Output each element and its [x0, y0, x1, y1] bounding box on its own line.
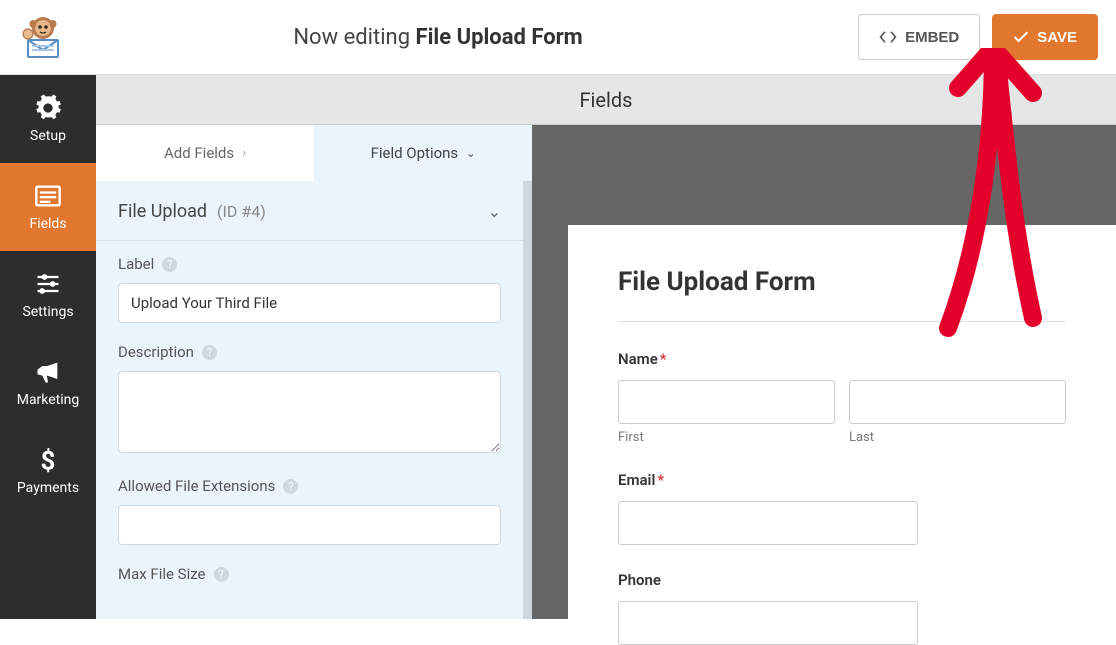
section-title: File Upload [118, 201, 207, 222]
help-icon[interactable]: ? [202, 345, 217, 360]
field-label-text: Label [118, 255, 154, 273]
form-canvas: File Upload Form Name* First [532, 125, 1116, 619]
builder-header: Now editing File Upload Form EMBED SAVE [0, 0, 1116, 75]
chevron-down-icon: ⌄ [466, 147, 475, 160]
panel-tabs: Add Fields › Field Options ⌄ [96, 125, 532, 181]
app-logo [18, 12, 78, 62]
sidebar-item-settings[interactable]: Settings [0, 251, 96, 339]
svg-text:$: $ [41, 446, 56, 474]
preview-email-label: Email* [618, 471, 1066, 489]
sidebar-item-label: Payments [17, 480, 79, 496]
bullhorn-icon [34, 358, 62, 386]
sidebar-item-label: Settings [22, 304, 73, 320]
preview-phone-label: Phone [618, 571, 1066, 589]
sidebar-item-setup[interactable]: Setup [0, 75, 96, 163]
phone-input[interactable] [618, 601, 918, 645]
embed-button[interactable]: EMBED [858, 14, 980, 60]
first-sublabel: First [618, 430, 835, 445]
last-name-input[interactable] [849, 380, 1066, 424]
panel-header: Fields [96, 75, 1116, 125]
field-group-description: Description ? [96, 329, 523, 463]
sidebar-item-label: Fields [29, 216, 66, 232]
header-actions: EMBED SAVE [858, 14, 1098, 60]
email-input[interactable] [618, 501, 918, 545]
gear-icon [34, 94, 62, 122]
sidebar-item-marketing[interactable]: Marketing [0, 339, 96, 427]
sidebar-item-fields[interactable]: Fields [0, 163, 96, 251]
field-group-label: Label ? [96, 241, 523, 329]
chevron-right-icon: › [242, 146, 246, 161]
label-input[interactable] [118, 283, 501, 323]
sliders-icon [34, 270, 62, 298]
page-title: Now editing File Upload Form [78, 25, 858, 50]
sidebar-item-label: Marketing [17, 392, 80, 408]
save-button[interactable]: SAVE [992, 14, 1098, 60]
preview-email-field[interactable]: Email* [618, 471, 1066, 545]
form-title: File Upload Form [618, 267, 1066, 297]
preview-name-field[interactable]: Name* First Last [618, 350, 1066, 445]
dollar-icon: $ [34, 446, 62, 474]
help-icon[interactable]: ? [162, 257, 177, 272]
help-icon[interactable]: ? [283, 479, 298, 494]
field-label-text: Description [118, 343, 194, 361]
description-input[interactable] [118, 371, 501, 453]
preview-name-label: Name* [618, 350, 1066, 368]
list-icon [34, 182, 62, 210]
required-indicator: * [657, 471, 664, 489]
form-preview: File Upload Form Name* First [568, 225, 1116, 619]
tab-field-options[interactable]: Field Options ⌄ [314, 125, 532, 181]
check-icon [1013, 30, 1029, 44]
help-icon[interactable]: ? [214, 567, 229, 582]
field-label-text: Allowed File Extensions [118, 477, 275, 495]
sidebar-item-label: Setup [30, 128, 66, 144]
preview-phone-field[interactable]: Phone [618, 571, 1066, 645]
field-section-toggle[interactable]: File Upload (ID #4) ⌄ [96, 181, 523, 241]
code-icon [879, 30, 897, 44]
wpforms-logo-icon [18, 12, 68, 62]
required-indicator: * [660, 350, 667, 368]
tab-add-fields[interactable]: Add Fields › [96, 125, 314, 181]
first-name-input[interactable] [618, 380, 835, 424]
field-group-extensions: Allowed File Extensions ? [96, 463, 523, 551]
field-label-text: Max File Size [118, 565, 206, 583]
field-group-maxsize: Max File Size ? [96, 551, 523, 599]
field-options-panel: Add Fields › Field Options ⌄ File Upload… [96, 125, 532, 619]
divider [618, 321, 1066, 322]
section-id: (ID #4) [217, 202, 266, 221]
extensions-input[interactable] [118, 505, 501, 545]
chevron-down-icon: ⌄ [488, 202, 501, 221]
sidebar-item-payments[interactable]: $ Payments [0, 427, 96, 515]
builder-sidebar: Setup Fields Settings Marketing $ Paymen… [0, 75, 96, 619]
last-sublabel: Last [849, 430, 1066, 445]
